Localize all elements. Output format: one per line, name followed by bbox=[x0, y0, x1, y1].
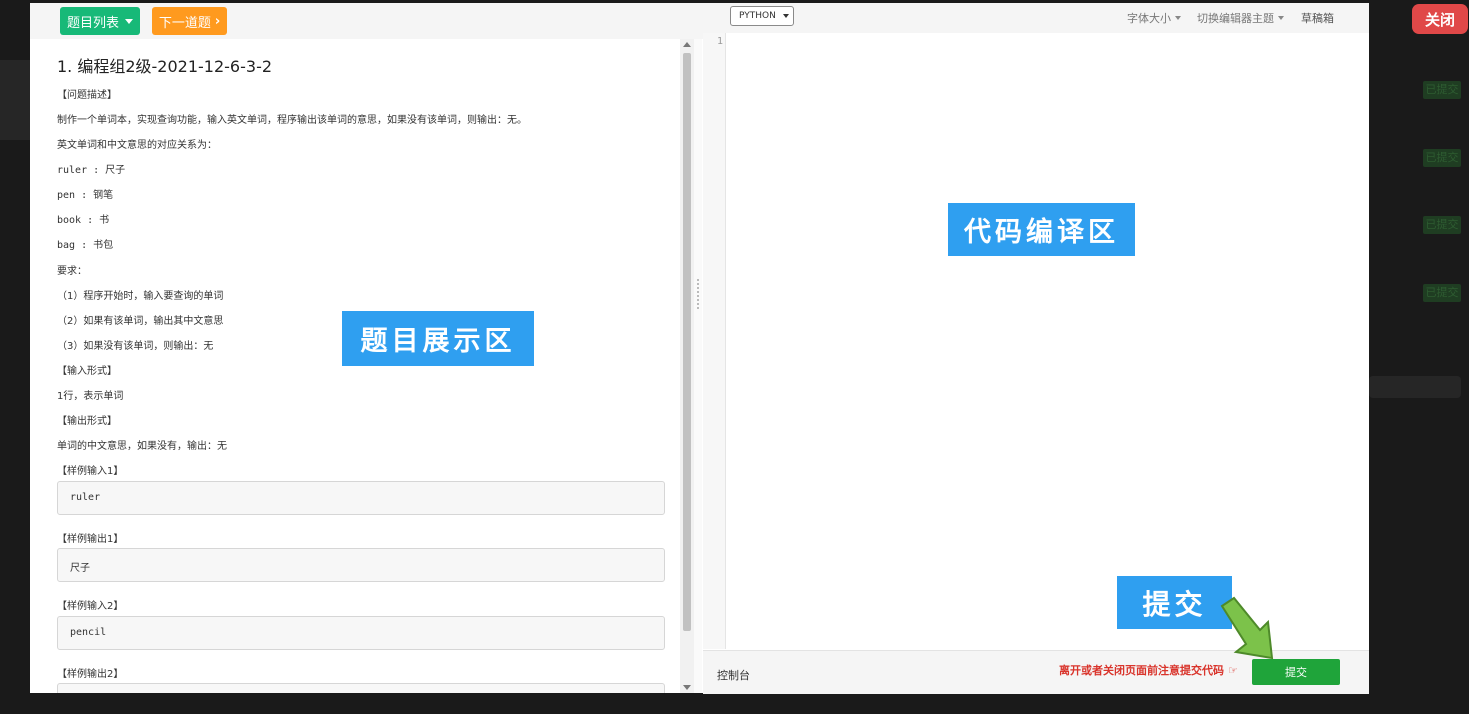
line-number-gutter: 1 bbox=[703, 33, 726, 649]
sample-input-1-label: 【样例输入1】 bbox=[57, 466, 124, 477]
draft-label: 草稿箱 bbox=[1301, 12, 1334, 25]
background-status-badge: 已提交 bbox=[1423, 149, 1461, 167]
problem-line: 英文单词和中文意思的对应关系为： bbox=[57, 140, 217, 151]
font-size-label: 字体大小 bbox=[1127, 12, 1171, 25]
problem-line: 【输入形式】 bbox=[57, 366, 117, 377]
problem-list-label: 题目列表 bbox=[66, 15, 119, 31]
sample-input-1-text: ruler bbox=[70, 492, 101, 503]
scroll-up-icon[interactable] bbox=[683, 42, 691, 47]
scroll-thumb[interactable] bbox=[683, 53, 691, 631]
problem-line: （3）如果没有该单词，则输出：无 bbox=[57, 341, 214, 352]
caret-down-icon bbox=[1175, 16, 1181, 20]
close-button[interactable]: 关闭 bbox=[1412, 4, 1468, 34]
problem-line: （2）如果有该单词，输出其中文意思 bbox=[57, 316, 224, 327]
background-status-badge: 已提交 bbox=[1423, 284, 1461, 302]
theme-label: 切换编辑器主题 bbox=[1197, 12, 1274, 25]
problem-area-callout: 题目展示区 bbox=[342, 311, 534, 366]
code-area-callout: 代码编译区 bbox=[948, 203, 1135, 256]
theme-dropdown[interactable]: 切换编辑器主题 bbox=[1197, 10, 1284, 26]
background-row bbox=[0, 60, 30, 140]
unsaved-warning: 离开或者关闭页面前注意提交代码 ☞ bbox=[1059, 662, 1238, 678]
sample-output-1-box: 尺子 bbox=[57, 548, 665, 582]
problem-title: 1. 编程组2级-2021-12-6-3-2 bbox=[57, 57, 273, 76]
next-problem-button[interactable]: 下一道题 › bbox=[152, 7, 227, 35]
language-select[interactable]: PYTHON bbox=[730, 6, 794, 26]
background-status-badge: 已提交 bbox=[1423, 81, 1461, 99]
problem-panel: 1. 编程组2级-2021-12-6-3-2 【问题描述】 制作一个单词本，实现… bbox=[40, 39, 680, 693]
sample-input-2-text: pencil bbox=[70, 627, 107, 638]
problem-list-button[interactable]: 题目列表 bbox=[60, 7, 140, 35]
sample-output-2-label: 【样例输出2】 bbox=[57, 669, 124, 680]
submit-button[interactable]: 提交 bbox=[1252, 659, 1340, 685]
sample-output-2-box bbox=[57, 683, 665, 693]
next-problem-label: 下一道题 bbox=[158, 15, 211, 31]
problem-line: 【问题描述】 bbox=[57, 90, 117, 101]
problem-line: ruler : 尺子 bbox=[57, 165, 126, 176]
console-toggle[interactable]: 控制台 bbox=[717, 667, 750, 683]
problem-line: pen : 钢笔 bbox=[57, 190, 114, 201]
draft-box-link[interactable]: 草稿箱 bbox=[1301, 10, 1334, 26]
code-editor[interactable] bbox=[726, 33, 1369, 649]
language-select-value: PYTHON bbox=[739, 11, 776, 21]
problem-scrollbar[interactable] bbox=[680, 39, 694, 693]
scroll-down-icon[interactable] bbox=[683, 685, 691, 690]
arrow-pointer-icon bbox=[1220, 596, 1274, 660]
problem-line: book : 书 bbox=[57, 215, 110, 226]
sample-input-1-box: ruler bbox=[57, 481, 665, 515]
problem-line: 制作一个单词本，实现查询功能，输入英文单词，程序输出该单词的意思，如果没有该单词… bbox=[57, 115, 527, 126]
problem-line: 单词的中文意思，如果没有，输出：无 bbox=[57, 441, 227, 452]
sample-input-2-box: pencil bbox=[57, 616, 665, 650]
sample-input-2-label: 【样例输入2】 bbox=[57, 601, 124, 612]
caret-down-icon bbox=[125, 18, 133, 24]
background-status-badge: 已提交 bbox=[1423, 216, 1461, 234]
chevron-down-icon bbox=[783, 14, 789, 18]
hand-pointer-icon: ☞ bbox=[1228, 663, 1238, 677]
caret-down-icon bbox=[1278, 16, 1284, 20]
problem-line: 【输出形式】 bbox=[57, 416, 117, 427]
chevron-right-icon: › bbox=[214, 13, 221, 29]
sample-output-1-label: 【样例输出1】 bbox=[57, 534, 124, 545]
problem-line: bag : 书包 bbox=[57, 240, 114, 251]
submit-label: 提交 bbox=[1285, 666, 1307, 679]
submit-callout: 提交 bbox=[1117, 576, 1232, 629]
editor-toolbar: PYTHON 字体大小 切换编辑器主题 草稿箱 bbox=[703, 3, 1369, 33]
problem-line: （1）程序开始时，输入要查询的单词 bbox=[57, 291, 224, 302]
panel-splitter[interactable] bbox=[694, 39, 702, 693]
line-number: 1 bbox=[717, 36, 724, 47]
sample-output-1-text: 尺子 bbox=[70, 563, 90, 574]
font-size-dropdown[interactable]: 字体大小 bbox=[1127, 10, 1181, 26]
problem-line: 1行，表示单词 bbox=[57, 391, 124, 402]
drag-handle-icon[interactable] bbox=[697, 279, 701, 309]
problem-toolbar: 题目列表 下一道题 › bbox=[30, 3, 703, 39]
problem-line: 要求： bbox=[57, 266, 87, 277]
warning-text: 离开或者关闭页面前注意提交代码 bbox=[1059, 664, 1224, 677]
background-row bbox=[1369, 376, 1461, 398]
